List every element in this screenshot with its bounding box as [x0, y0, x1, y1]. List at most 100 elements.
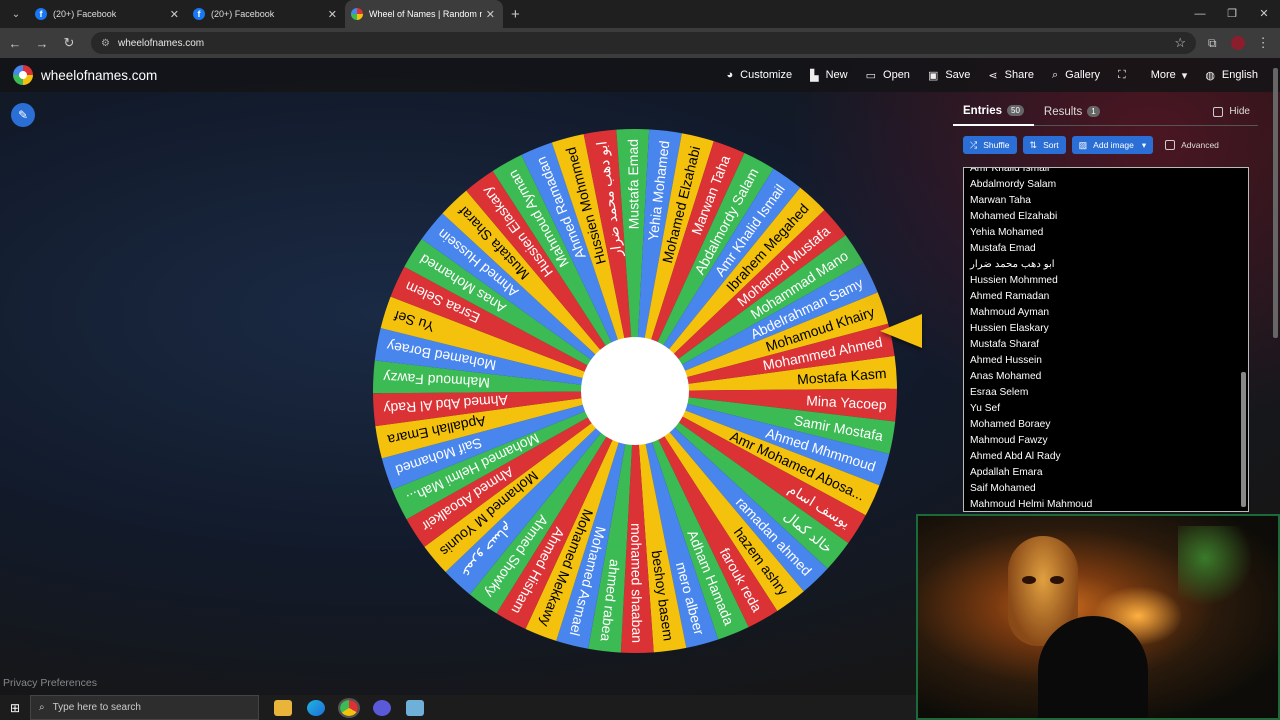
entry-line: Amr Khalid Ismail [970, 167, 1050, 174]
chevron-down-icon: ▾ [1181, 69, 1188, 82]
site-info-icon[interactable]: ⚙ [101, 38, 110, 49]
new-tab-button[interactable]: + [511, 6, 520, 23]
profile-avatar[interactable] [1230, 36, 1245, 50]
menu-open[interactable]: ▭ Open [866, 69, 910, 82]
edge-icon[interactable] [307, 699, 325, 716]
entry-line: Mohamed Elzahabi [970, 211, 1058, 222]
file-icon: ▙ [810, 69, 819, 82]
button-label: Sort [1043, 140, 1059, 150]
sort-button[interactable]: ⇅ Sort [1022, 136, 1066, 154]
entry-line: Mustafa Sharaf [970, 339, 1040, 350]
menu-label: Share [1004, 69, 1034, 81]
extensions-icon[interactable]: ⧉ [1208, 36, 1217, 51]
save-icon: ▣ [927, 69, 939, 82]
privacy-preferences-link[interactable]: Privacy Preferences [3, 677, 97, 689]
tab-label: Results [1043, 105, 1083, 118]
tab-search-icon[interactable]: ⌄ [3, 4, 29, 24]
menu-fullscreen[interactable]: ⛶ [1118, 69, 1133, 82]
close-tab-icon[interactable]: ✕ [170, 8, 179, 21]
menu-customize[interactable]: ◕ Customize [727, 69, 793, 81]
menu-label: Save [945, 69, 971, 81]
reload-icon[interactable]: ↻ [57, 35, 81, 51]
mask-eye [1022, 576, 1036, 584]
wheel-container[interactable]: Mostafa Kasm Mina Yacoep Samir Mostafa Ahme… [370, 126, 900, 656]
wheel-pointer [880, 314, 922, 348]
background-lights [1178, 526, 1268, 606]
entry-line: Ahmed Abd Al Rady [970, 451, 1061, 462]
button-label: Add image [1093, 140, 1134, 150]
menu-label: Open [883, 69, 910, 81]
shuffle-button[interactable]: ⤮ Shuffle [963, 136, 1017, 154]
results-count-badge: 1 [1087, 106, 1100, 117]
browser-tab-wheel-of-names[interactable]: Wheel of Names | Random nam ✕ [345, 0, 503, 28]
entry-line: Anas Mohamed [970, 371, 1042, 382]
discord-icon[interactable] [373, 699, 391, 716]
entry-line: Marwan Taha [970, 195, 1031, 206]
browser-menu-icon[interactable]: ⋮ [1257, 35, 1270, 51]
menu-gallery[interactable]: ⌕ Gallery [1052, 69, 1100, 82]
scrollbar-thumb[interactable] [1241, 372, 1246, 507]
mask-eye [1050, 576, 1064, 584]
page-scrollbar[interactable] [1273, 68, 1278, 338]
close-tab-icon[interactable]: ✕ [328, 8, 337, 21]
entries-textarea[interactable]: Amr Khalid Ismail Abdalmordy Salam Marwan… [963, 167, 1249, 512]
entry-line: ابو دهب محمد ضرار [970, 259, 1055, 270]
restore-icon[interactable]: ❐ [1216, 0, 1248, 28]
taskbar-search[interactable]: ⌕ Type here to search [30, 695, 259, 720]
tab-entries[interactable]: Entries 50 [953, 98, 1034, 126]
entries-scrollbar[interactable] [1241, 172, 1246, 507]
checkbox-box[interactable] [1165, 140, 1176, 150]
bookmark-star-icon[interactable]: ☆ [1174, 35, 1186, 51]
menu-share[interactable]: ⋖ Share [988, 69, 1034, 82]
site-navbar: wheelofnames.com ◕ Customize ▙ New ▭ Open ▣… [0, 58, 1280, 92]
entries-panel: Entries 50 Results 1 Hide ⤮ Shuffle ⇅ Sort ▨… [953, 98, 1258, 518]
tab-results[interactable]: Results 1 [1034, 98, 1110, 126]
url-field[interactable]: ⚙ wheelofnames.com ☆ [91, 32, 1196, 54]
back-icon[interactable]: ← [3, 36, 27, 51]
close-window-icon[interactable]: ✕ [1248, 0, 1280, 28]
name-wheel[interactable]: Mostafa KasmMina YacoepSamir MostafaAhme… [370, 126, 900, 656]
menu-more[interactable]: More ▾ [1151, 69, 1188, 82]
edit-pencil-button[interactable]: ✎ [11, 103, 35, 127]
tab-title: Wheel of Names | Random nam [369, 9, 482, 19]
minimize-icon[interactable]: — [1184, 0, 1216, 28]
folder-icon: ▭ [865, 69, 877, 82]
tab-title: (20+) Facebook [211, 9, 275, 19]
fullscreen-icon: ⛶ [1118, 68, 1126, 81]
entry-line: Mahmoud Helmi Mahmoud [970, 499, 1093, 510]
menu-label: Customize [740, 69, 793, 81]
wheel-center-hub[interactable] [581, 337, 689, 445]
checkbox-box[interactable] [1213, 106, 1224, 117]
wheel-segment-label: mohamed shaaban [628, 523, 645, 643]
facebook-icon: f [35, 8, 47, 20]
hide-checkbox[interactable]: Hide [1213, 106, 1250, 117]
entry-line: Mahmoud Fawzy [970, 435, 1048, 446]
site-logo[interactable]: wheelofnames.com [13, 65, 157, 85]
sort-icon: ⇅ [1029, 139, 1038, 150]
browser-tab-facebook-2[interactable]: f (20+) Facebook ✕ [187, 0, 345, 28]
menu-label: Gallery [1065, 69, 1101, 81]
advanced-checkbox[interactable]: Advanced [1165, 140, 1219, 150]
menu-language[interactable]: ◍ English [1205, 69, 1258, 82]
chrome-icon[interactable] [338, 697, 360, 718]
entry-line: Ahmed Hussein [970, 355, 1042, 366]
forward-icon[interactable]: → [30, 36, 54, 51]
file-explorer-icon[interactable] [274, 699, 292, 716]
advanced-label: Advanced [1181, 140, 1219, 150]
app-icon[interactable] [406, 699, 424, 716]
facebook-icon: f [193, 8, 205, 20]
browser-tab-bar: ⌄ f (20+) Facebook ✕ f (20+) Facebook ✕ … [0, 0, 1280, 28]
menu-save[interactable]: ▣ Save [928, 69, 970, 82]
browser-tab-facebook-1[interactable]: f (20+) Facebook ✕ [29, 0, 187, 28]
webcam-overlay [916, 514, 1280, 720]
menu-label: More [1150, 69, 1176, 81]
add-image-button[interactable]: ▨ Add image ▾ [1071, 136, 1154, 154]
site-menu: ◕ Customize ▙ New ▭ Open ▣ Save ⋖ Share ⌕ Gall… [709, 58, 1259, 92]
entry-line: Abdalmordy Salam [970, 179, 1057, 190]
close-tab-icon[interactable]: ✕ [486, 8, 495, 21]
entries-toolbar: ⤮ Shuffle ⇅ Sort ▨ Add image ▾ Advanced [963, 136, 1258, 154]
menu-new[interactable]: ▙ New [810, 69, 847, 82]
windows-start-icon[interactable]: ⊞ [0, 701, 30, 715]
menu-label: English [1221, 69, 1258, 81]
url-text: wheelofnames.com [117, 37, 205, 49]
